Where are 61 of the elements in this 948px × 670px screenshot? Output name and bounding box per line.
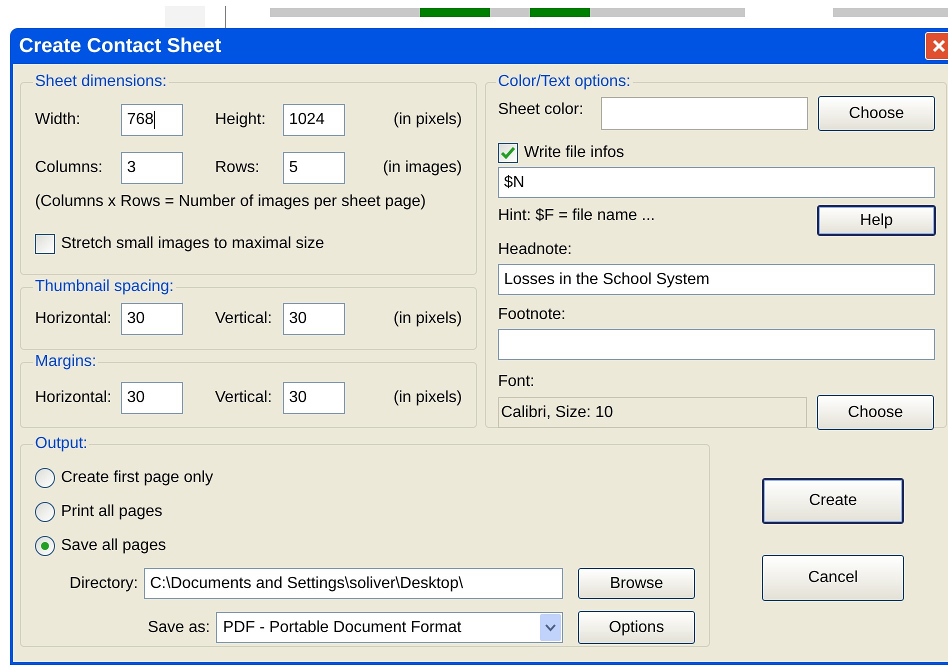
close-button[interactable] <box>925 32 948 60</box>
checkbox[interactable] <box>35 234 55 254</box>
button[interactable]: Browse <box>578 568 695 599</box>
dropdown[interactable]: PDF - Portable Document Format <box>216 612 563 643</box>
radio-label: Save all pages <box>61 536 166 556</box>
hint-text: Hint: $F = file name ... <box>498 206 656 226</box>
field-label: Height: <box>215 110 267 130</box>
radio-button[interactable] <box>35 468 55 488</box>
unit-label: (in images) <box>382 158 462 178</box>
input-field[interactable]: 1024 <box>283 104 345 136</box>
button[interactable]: Options <box>578 611 695 644</box>
field-label: Vertical: <box>215 388 273 408</box>
field-label: Footnote: <box>498 305 567 325</box>
checkbox-label: Stretch small images to maximal size <box>61 234 324 254</box>
group-title: Sheet dimensions: <box>34 72 168 92</box>
field-label: Directory: <box>68 574 139 594</box>
checkbox-label: Write file infos <box>524 143 624 163</box>
field-label: Horizontal: <box>35 388 112 408</box>
field-label: Save as: <box>146 618 211 638</box>
group-title: Color/Text options: <box>497 72 632 92</box>
field-label: Columns: <box>35 158 104 178</box>
radio-button[interactable] <box>35 502 55 522</box>
button[interactable]: Choose <box>818 96 935 131</box>
field-label: Sheet color: <box>498 100 584 120</box>
radio-label: Create first page only <box>61 468 214 488</box>
group-title: Output: <box>34 434 88 454</box>
chevron-down-icon <box>540 614 561 641</box>
input-field[interactable]: 30 <box>121 303 183 335</box>
check-icon <box>501 147 515 159</box>
unit-label: (in pixels) <box>394 110 462 130</box>
input-field[interactable]: C:\Documents and Settings\soliver\Desktop\ <box>144 568 563 599</box>
button[interactable]: Help <box>817 205 936 236</box>
button[interactable]: Cancel <box>762 555 904 601</box>
font-field: Calibri, Size: 10 <box>498 397 807 428</box>
group-title: Thumbnail spacing: <box>34 277 175 297</box>
radio-button[interactable] <box>35 536 55 556</box>
input-field[interactable]: 768 <box>121 104 183 136</box>
window-title: Create Contact Sheet <box>19 34 222 59</box>
unit-label: (in pixels) <box>394 309 462 329</box>
field-label: Headnote: <box>498 240 573 260</box>
input-field[interactable]: 5 <box>283 152 345 184</box>
close-icon <box>932 39 946 53</box>
radio-label: Print all pages <box>61 502 162 522</box>
input-field[interactable]: 30 <box>283 303 345 335</box>
hint-text: (Columns x Rows = Number of images per sheet page) <box>35 192 427 212</box>
field-label: Vertical: <box>215 309 273 329</box>
input-field[interactable]: $N <box>498 167 935 198</box>
field-label: Horizontal: <box>35 309 112 329</box>
input-field[interactable]: 30 <box>283 382 345 414</box>
field-label: Width: <box>35 110 82 130</box>
field-label: Font: <box>498 372 536 392</box>
input-field[interactable]: Losses in the School System <box>498 264 935 295</box>
input-field[interactable]: 30 <box>121 382 183 414</box>
unit-label: (in pixels) <box>394 388 462 408</box>
field-label: Rows: <box>215 158 260 178</box>
checkbox[interactable] <box>498 143 518 163</box>
button[interactable]: Choose <box>817 395 934 430</box>
group-title: Margins: <box>34 352 98 372</box>
input-field[interactable]: 3 <box>121 152 183 184</box>
button[interactable]: Create <box>762 478 904 524</box>
input-field[interactable] <box>498 329 935 360</box>
